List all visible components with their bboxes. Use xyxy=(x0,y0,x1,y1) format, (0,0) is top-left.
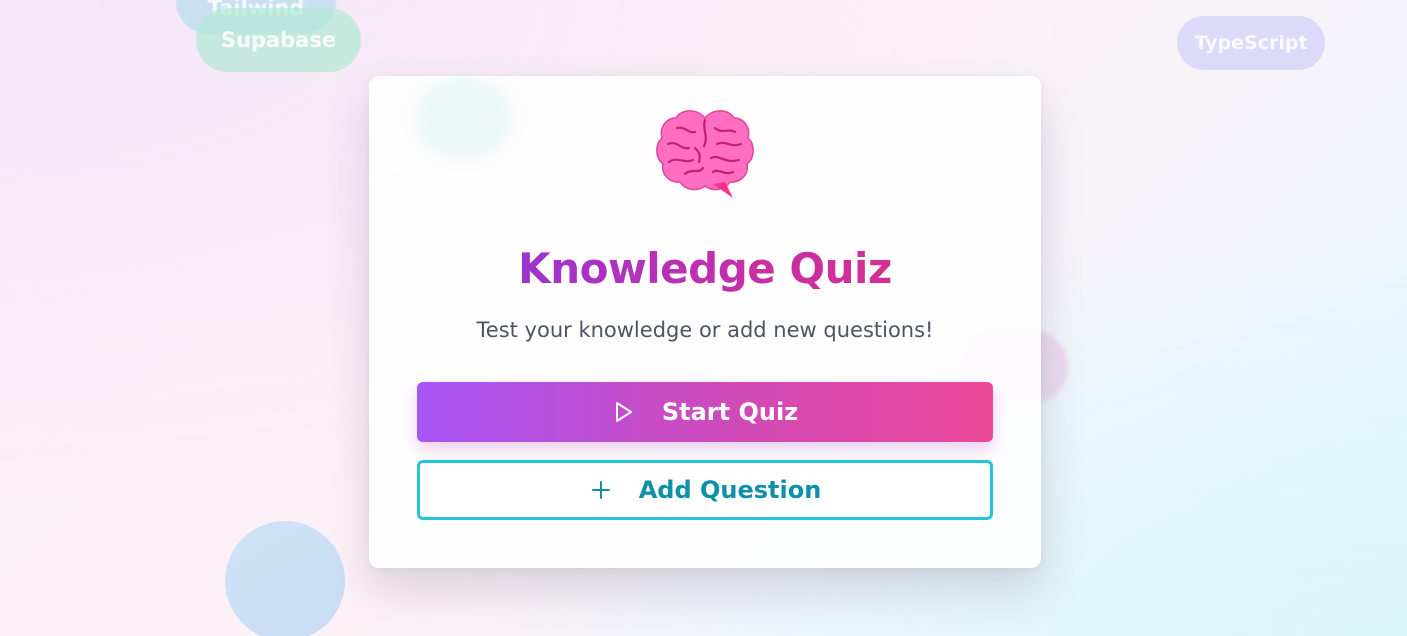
decorative-bubble xyxy=(225,521,345,636)
quiz-card: Knowledge Quiz Test your knowledge or ad… xyxy=(369,76,1041,568)
add-question-button[interactable]: Add Question xyxy=(417,460,993,520)
bubble-typescript-label: TypeScript xyxy=(1194,32,1308,54)
decorative-bubble xyxy=(414,76,514,160)
page-subtitle: Test your knowledge or add new questions… xyxy=(476,318,934,342)
bubble-supabase: Supabase xyxy=(196,8,361,72)
page-title-text: Knowledge Quiz xyxy=(518,244,892,293)
add-question-label: Add Question xyxy=(638,476,822,504)
bubble-supabase-label: Supabase xyxy=(220,28,337,52)
brain-icon xyxy=(656,110,754,198)
play-icon xyxy=(612,400,636,424)
plus-icon xyxy=(589,478,613,502)
start-quiz-button[interactable]: Start Quiz xyxy=(417,382,993,442)
start-quiz-label: Start Quiz xyxy=(661,398,799,426)
page-title: Knowledge Quiz xyxy=(369,240,1041,298)
bubble-typescript: TypeScript xyxy=(1177,16,1325,70)
